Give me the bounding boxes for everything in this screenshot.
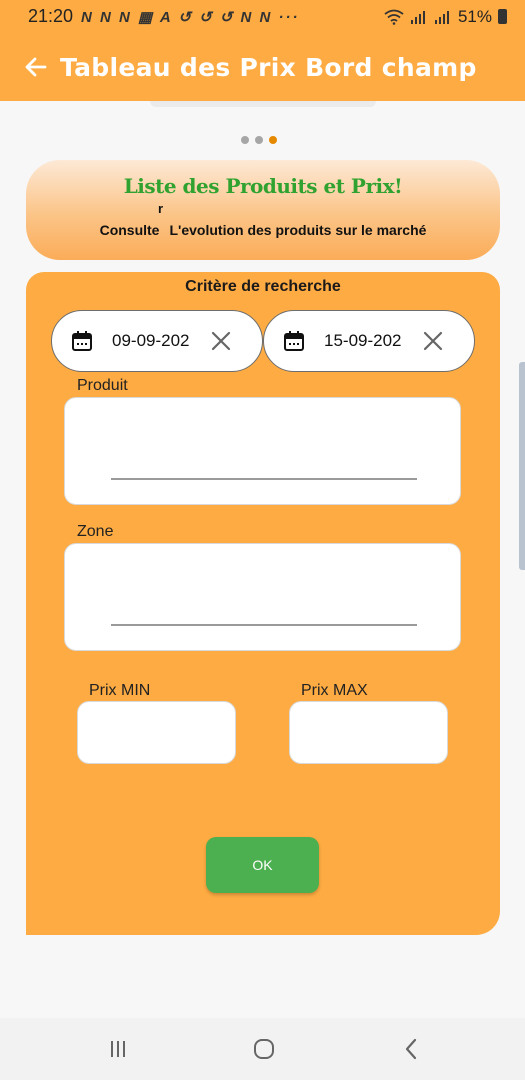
arrow-left-icon[interactable] bbox=[22, 53, 50, 81]
banner-title: Liste des Produits et Prix! bbox=[123, 174, 403, 198]
back-icon[interactable] bbox=[399, 1036, 425, 1062]
search-panel-title: Critère de recherche bbox=[185, 278, 341, 295]
page-dot-active[interactable] bbox=[269, 136, 277, 144]
date-to-field[interactable]: 15-09-2023 bbox=[263, 310, 475, 372]
recent-apps-icon[interactable] bbox=[105, 1036, 131, 1062]
calendar-icon[interactable] bbox=[70, 329, 94, 353]
home-icon[interactable] bbox=[251, 1036, 277, 1062]
banner-subtitle-part2: L'evolution des produits sur le marché bbox=[169, 222, 427, 238]
zone-underline bbox=[111, 624, 417, 626]
calendar-icon[interactable] bbox=[282, 329, 306, 353]
prix-min-label: Prix MIN bbox=[89, 682, 151, 699]
date-from-value[interactable]: 09-09-2023 bbox=[112, 331, 190, 351]
battery-icon bbox=[498, 9, 507, 24]
close-icon[interactable] bbox=[210, 330, 232, 352]
produit-label: Produit bbox=[77, 377, 128, 394]
date-from-field[interactable]: 09-09-2023 bbox=[51, 310, 263, 372]
notification-icons: N N N ▦ A ↺ ↺ ↺ N N ··· bbox=[81, 8, 300, 26]
banner-subtitle-part1: Consulte bbox=[99, 222, 160, 238]
prix-max-label: Prix MAX bbox=[301, 682, 368, 699]
produit-underline bbox=[111, 478, 417, 480]
status-bar: 21:20 N N N ▦ A ↺ ↺ ↺ N N ··· 51% bbox=[0, 0, 525, 33]
signal-icon-2 bbox=[434, 10, 449, 24]
status-right: 51% bbox=[384, 7, 507, 27]
page-dot[interactable] bbox=[255, 136, 263, 144]
prix-max-field[interactable] bbox=[289, 701, 448, 764]
close-icon[interactable] bbox=[422, 330, 444, 352]
carousel-previous-card bbox=[150, 101, 376, 107]
prix-min-field[interactable] bbox=[77, 701, 236, 764]
produit-input[interactable] bbox=[111, 442, 417, 474]
zone-field[interactable] bbox=[64, 543, 461, 651]
scroll-handle[interactable] bbox=[519, 362, 525, 570]
app-bar: Tableau des Prix Bord champ bbox=[0, 33, 525, 101]
status-time: 21:20 bbox=[28, 6, 74, 26]
page-title: Tableau des Prix Bord champ bbox=[60, 52, 477, 82]
page-dot[interactable] bbox=[241, 136, 249, 144]
banner-subtitle: Consulte L'evolution des produits sur le … bbox=[26, 222, 500, 238]
prix-max-input[interactable] bbox=[290, 702, 447, 763]
header-banner: Liste des Produits et Prix! r Consulte L'… bbox=[26, 160, 500, 260]
wifi-icon bbox=[384, 9, 404, 25]
prix-min-input[interactable] bbox=[78, 702, 235, 763]
signal-icon bbox=[410, 10, 425, 24]
zone-input[interactable] bbox=[111, 588, 417, 620]
zone-label: Zone bbox=[77, 523, 114, 540]
banner-mark: r bbox=[158, 201, 164, 216]
status-left: 21:20 N N N ▦ A ↺ ↺ ↺ N N ··· bbox=[28, 6, 299, 27]
battery-percent: 51% bbox=[457, 6, 492, 26]
system-nav-bar bbox=[0, 1018, 525, 1080]
date-to-value[interactable]: 15-09-2023 bbox=[324, 331, 402, 351]
produit-field[interactable] bbox=[64, 397, 461, 505]
page-indicator bbox=[241, 136, 277, 144]
ok-button[interactable]: OK bbox=[206, 837, 319, 893]
search-panel: Critère de recherche 09-09-2023 15-09-20… bbox=[26, 272, 500, 935]
